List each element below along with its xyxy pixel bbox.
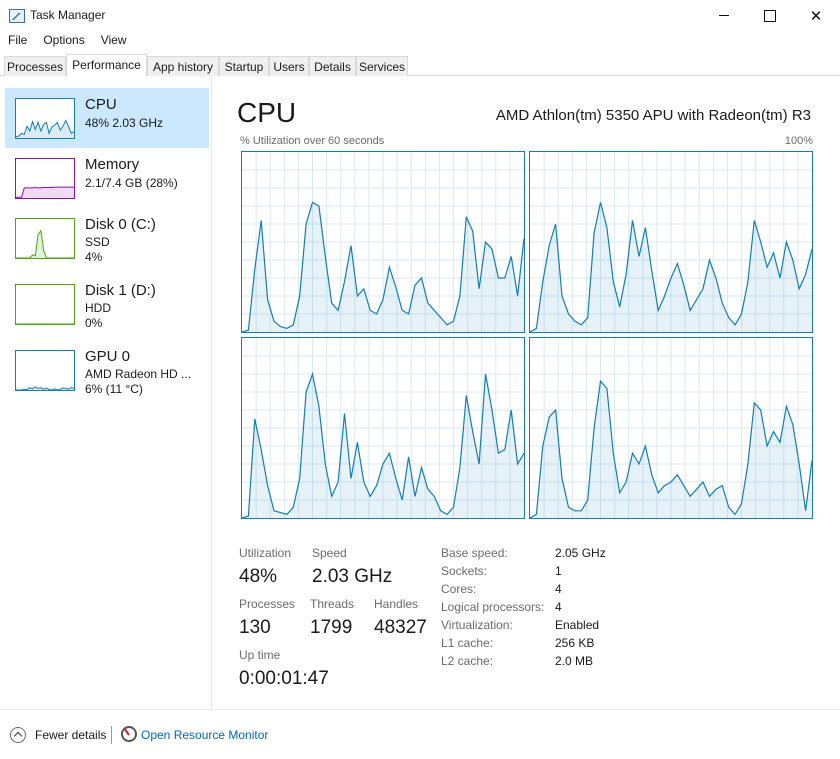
utilization-value: 48% (239, 566, 278, 587)
l1-cache-label: L1 cache: (441, 636, 494, 650)
uptime-label: Up time (239, 648, 281, 662)
cpu-thumbnail-graph (15, 98, 75, 139)
processes-value: 130 (239, 617, 271, 638)
core-1-graph (529, 151, 813, 333)
resource-sidebar: CPU 48% 2.03 GHz Memory 2.1/7.4 GB (28%)… (0, 77, 212, 709)
l1-cache-value: 256 KB (555, 636, 595, 650)
sidebar-item-title: Disk 0 (C:) (85, 216, 156, 233)
base-speed-label: Base speed: (441, 546, 508, 560)
sidebar-item-type: AMD Radeon HD ... (85, 367, 192, 381)
tab-performance[interactable]: Performance (66, 54, 147, 77)
threads-value: 1799 (310, 617, 353, 638)
speed-label: Speed (312, 546, 347, 560)
menu-view[interactable]: View (93, 31, 135, 51)
logical-processors-value: 4 (555, 600, 562, 614)
virtualization-label: Virtualization: (441, 618, 513, 632)
uptime-value: 0:00:01:47 (239, 668, 329, 689)
sidebar-item-title: CPU (85, 96, 117, 113)
thumbnail-frame (15, 350, 75, 391)
sidebar-item-detail: 0% (85, 316, 103, 330)
handles-label: Handles (374, 597, 419, 611)
sidebar-item-memory[interactable]: Memory 2.1/7.4 GB (28%) (5, 148, 209, 208)
menu-bar: File Options View (0, 31, 135, 51)
thumbnail-area (16, 187, 74, 198)
core-2-graph (241, 337, 525, 519)
sockets-label: Sockets: (441, 564, 488, 578)
window-title: Task Manager (30, 8, 106, 22)
tab-startup[interactable]: Startup (219, 56, 269, 76)
sidebar-item-title: Disk 1 (D:) (85, 282, 156, 299)
virtualization-value: Enabled (555, 618, 600, 632)
gpu-0-thumbnail-graph (15, 350, 75, 391)
tab-strip: Processes Performance App history Startu… (0, 54, 840, 77)
l2-cache-label: L2 cache: (441, 654, 494, 668)
cores-value: 4 (555, 582, 562, 596)
memory-thumbnail-graph (15, 158, 75, 199)
chevron-up-icon[interactable] (10, 727, 26, 743)
threads-label: Threads (310, 597, 355, 611)
thumbnail-frame (15, 218, 75, 259)
tab-services[interactable]: Services (356, 56, 408, 76)
footer-bar: Fewer details Open Resource Monitor (0, 709, 840, 759)
open-resource-monitor-link[interactable]: Open Resource Monitor (141, 728, 268, 742)
utilization-label: Utilization (239, 546, 292, 560)
cpu-model-name: AMD Athlon(tm) 5350 APU with Radeon(tm) … (495, 107, 811, 124)
logical-processors-label: Logical processors: (441, 600, 545, 614)
disk-0-thumbnail-graph (15, 218, 75, 259)
sidebar-item-detail: 4% (85, 250, 103, 264)
thumbnail-frame (15, 284, 75, 325)
task-manager-icon (9, 9, 25, 23)
tab-app-history[interactable]: App history (147, 56, 219, 76)
close-button[interactable]: ✕ (793, 0, 839, 31)
fewer-details-button[interactable]: Fewer details (35, 728, 106, 742)
maximize-button[interactable] (747, 0, 793, 31)
disk-1-thumbnail-graph (15, 284, 75, 325)
base-speed-value: 2.05 GHz (555, 546, 606, 560)
sidebar-item-gpu-0[interactable]: GPU 0 AMD Radeon HD ... 6% (11 °C) (5, 340, 209, 400)
minimize-button[interactable] (701, 0, 747, 31)
sidebar-item-detail: 2.1/7.4 GB (28%) (85, 176, 178, 190)
menu-options[interactable]: Options (35, 31, 92, 51)
sidebar-item-disk-0[interactable]: Disk 0 (C:) SSD 4% (5, 208, 209, 268)
handles-value: 48327 (374, 617, 427, 638)
menu-file[interactable]: File (0, 31, 35, 51)
speed-value: 2.03 GHz (312, 566, 393, 587)
footer-divider (111, 726, 112, 744)
sidebar-item-type: SSD (85, 235, 110, 249)
title-bar: Task Manager ✕ (0, 0, 840, 31)
sidebar-item-title: GPU 0 (85, 348, 131, 365)
sidebar-item-type: HDD (85, 301, 111, 315)
utilization-axis-label: % Utilization over 60 seconds (240, 135, 385, 147)
tab-details[interactable]: Details (309, 56, 356, 76)
cores-label: Cores: (441, 582, 477, 596)
core-3-graph (529, 337, 813, 519)
sidebar-item-disk-1[interactable]: Disk 1 (D:) HDD 0% (5, 274, 209, 334)
cpu-detail-panel: CPU AMD Athlon(tm) 5350 APU with Radeon(… (213, 77, 840, 709)
sidebar-item-title: Memory (85, 156, 140, 173)
processes-label: Processes (239, 597, 296, 611)
resource-monitor-icon[interactable] (121, 726, 137, 742)
sockets-value: 1 (555, 564, 562, 578)
page-title: CPU (237, 97, 297, 128)
sidebar-item-detail: 6% (11 °C) (85, 382, 143, 396)
tab-processes[interactable]: Processes (4, 56, 66, 76)
core-0-graph (241, 151, 525, 333)
sidebar-item-cpu[interactable]: CPU 48% 2.03 GHz (5, 88, 209, 148)
utilization-max-label: 100% (784, 135, 813, 147)
tab-users[interactable]: Users (269, 56, 309, 76)
sidebar-item-detail: 48% 2.03 GHz (85, 116, 164, 130)
l2-cache-value: 2.0 MB (555, 654, 594, 668)
